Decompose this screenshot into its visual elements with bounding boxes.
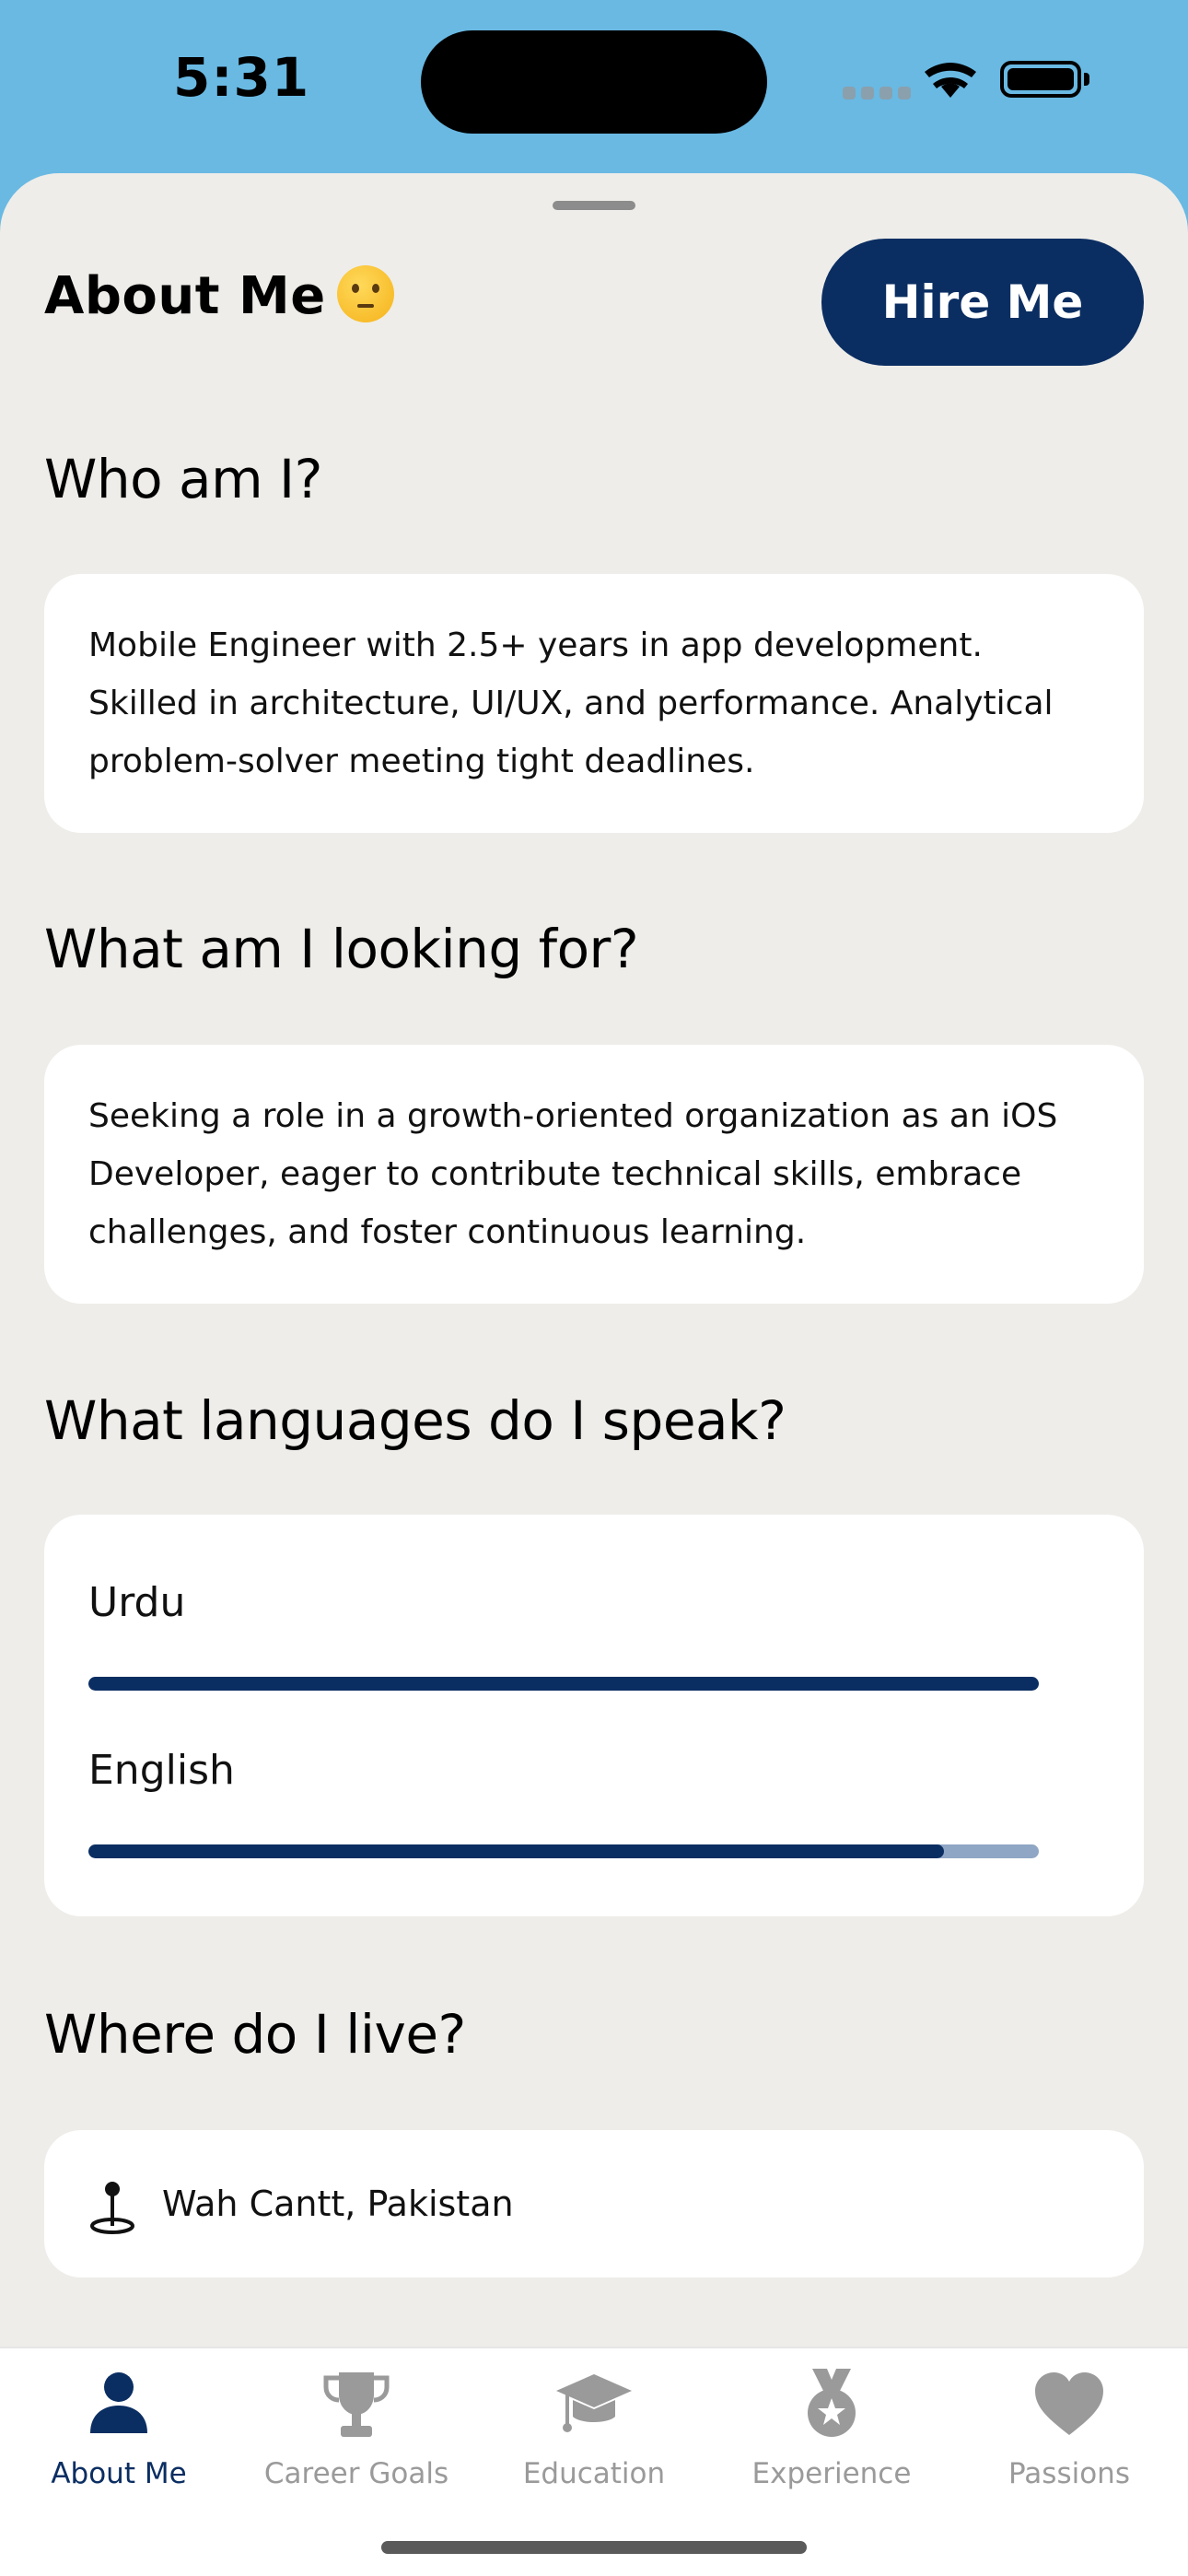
about-sheet: About Me Hire Me Who am I? Mobile Engine… (0, 173, 1188, 2576)
battery-icon (1000, 61, 1089, 98)
who-am-i-heading: Who am I? (44, 448, 322, 510)
location-text: Wah Cantt, Pakistan (162, 2184, 514, 2224)
looking-for-heading: What am I looking for? (44, 918, 639, 980)
language-english-label: English (88, 1747, 235, 1794)
medal-icon (808, 2369, 856, 2437)
language-urdu-progress (88, 1677, 1039, 1691)
language-english-progress-fill (88, 1844, 944, 1858)
wifi-icon (925, 63, 976, 98)
languages-card: Urdu English (44, 1515, 1144, 1916)
tab-education[interactable]: Education (475, 2367, 713, 2505)
page-title-text: About Me (44, 266, 326, 326)
hire-me-button[interactable]: Hire Me (821, 239, 1144, 366)
thinking-face-icon (336, 265, 394, 322)
sheet-grabber[interactable] (553, 201, 635, 210)
tab-education-label: Education (522, 2457, 666, 2490)
looking-for-card: Seeking a role in a growth-oriented orga… (44, 1045, 1144, 1304)
tab-passions-label: Passions (1008, 2457, 1130, 2490)
language-english-progress (88, 1844, 1039, 1858)
location-card: Wah Cantt, Pakistan (44, 2130, 1144, 2277)
who-am-i-card: Mobile Engineer with 2.5+ years in app d… (44, 574, 1144, 833)
tab-experience[interactable]: Experience (713, 2367, 950, 2505)
graduation-cap-icon (556, 2374, 632, 2432)
looking-for-text: Seeking a role in a growth-oriented orga… (88, 1097, 1058, 1251)
status-time: 5:31 (173, 46, 310, 109)
languages-heading: What languages do I speak? (44, 1389, 786, 1452)
tab-passions[interactable]: Passions (950, 2367, 1188, 2505)
person-icon (90, 2372, 147, 2433)
tab-experience-label: Experience (751, 2457, 912, 2490)
who-am-i-text: Mobile Engineer with 2.5+ years in app d… (88, 626, 1054, 780)
location-heading: Where do I live? (44, 2003, 466, 2066)
page-title: About Me (44, 265, 394, 326)
language-urdu-label: Urdu (88, 1579, 186, 1626)
cellular-signal-icon (843, 87, 911, 100)
dynamic-island (421, 30, 767, 134)
heart-icon (1035, 2372, 1103, 2435)
tab-about-me-label: About Me (51, 2457, 187, 2490)
trophy-icon (323, 2372, 390, 2437)
tab-about-me[interactable]: About Me (0, 2367, 238, 2505)
home-indicator (381, 2541, 807, 2554)
language-urdu-progress-fill (88, 1677, 1039, 1691)
tab-career-goals[interactable]: Career Goals (238, 2367, 475, 2505)
tab-career-goals-label: Career Goals (263, 2457, 449, 2490)
map-pin-icon (90, 2182, 134, 2234)
